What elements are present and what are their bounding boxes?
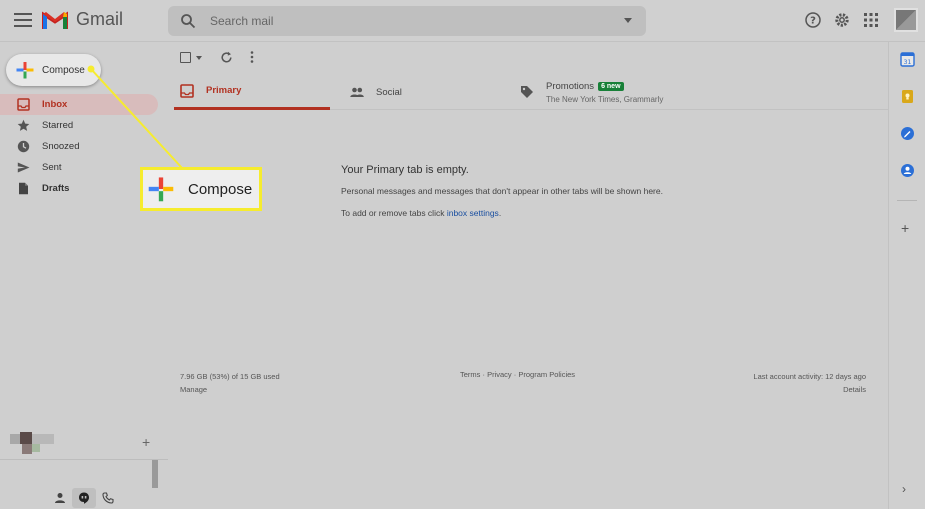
compose-plus-icon <box>148 177 174 202</box>
sidebar-item-sent[interactable]: Sent <box>0 157 158 178</box>
refresh-icon[interactable] <box>220 51 233 64</box>
sidebar-nav: Inbox Starred Snoozed Sent Drafts <box>0 94 158 199</box>
tab-primary[interactable]: Primary <box>174 74 330 110</box>
svg-text:?: ? <box>810 16 816 27</box>
sidebar-divider <box>0 459 168 460</box>
empty-description: Personal messages and messages that don'… <box>341 186 663 196</box>
sidebar-item-drafts[interactable]: Drafts <box>0 178 158 199</box>
more-options-icon[interactable] <box>248 50 256 64</box>
star-icon <box>17 119 30 132</box>
contacts-person-icon[interactable] <box>48 488 72 508</box>
people-icon <box>350 87 364 97</box>
search-options-icon[interactable] <box>624 18 632 23</box>
get-addons-plus-icon[interactable]: + <box>901 220 909 236</box>
search-bar[interactable] <box>168 6 646 36</box>
last-activity-text: Last account activity: 12 days ago <box>753 372 866 381</box>
top-bar: Gmail ? <box>0 0 925 42</box>
tag-icon <box>521 86 533 98</box>
terms-link[interactable]: Terms <box>460 370 480 379</box>
clock-icon <box>17 140 30 153</box>
sidebar-item-label: Snoozed <box>42 141 80 152</box>
gmail-m-icon <box>42 11 68 29</box>
compose-plus-icon <box>16 62 34 79</box>
draft-icon <box>17 182 30 195</box>
program-policies-link[interactable]: Program Policies <box>518 370 575 379</box>
tab-promotions[interactable]: Promotions 6 new The New York Times, Gra… <box>514 74 734 110</box>
hint-suffix: . <box>498 208 502 218</box>
keep-notes-icon[interactable] <box>900 89 915 104</box>
sidebar-scrollbar[interactable] <box>152 460 158 488</box>
add-contact-icon[interactable]: + <box>142 434 150 450</box>
hangouts-bar <box>48 488 128 508</box>
promotions-senders: The New York Times, Grammarly <box>546 94 664 104</box>
main-content: Primary Social Promotions 6 new The New … <box>168 42 888 509</box>
empty-settings-hint: To add or remove tabs click inbox settin… <box>341 208 801 218</box>
mail-toolbar <box>168 42 888 74</box>
select-all-checkbox[interactable] <box>180 52 191 63</box>
inbox-settings-link[interactable]: inbox settings <box>447 208 499 218</box>
search-icon[interactable] <box>180 13 196 29</box>
apps-grid-icon[interactable] <box>862 11 880 29</box>
contacts-icon[interactable] <box>900 163 915 178</box>
main-menu-icon[interactable] <box>14 13 32 27</box>
compose-callout: Compose <box>140 167 262 211</box>
promotions-text: Promotions 6 new The New York Times, Gra… <box>546 81 663 104</box>
side-panel: 31 + › <box>888 42 925 509</box>
sidebar-item-label: Inbox <box>42 99 68 110</box>
inbox-icon <box>180 83 194 98</box>
search-input[interactable] <box>210 14 610 28</box>
account-activity: Last account activity: 12 days ago Detai… <box>753 370 866 396</box>
svg-text:31: 31 <box>904 59 912 66</box>
empty-title: Your Primary tab is empty. <box>341 164 469 176</box>
callout-label: Compose <box>188 180 253 198</box>
account-avatar[interactable] <box>894 8 918 32</box>
side-panel-divider <box>897 200 917 201</box>
hint-prefix: To add or remove tabs click <box>341 208 447 218</box>
show-side-panel-chevron-icon[interactable]: › <box>902 482 906 496</box>
tab-label: Primary <box>206 85 242 96</box>
footer-links: Terms · Privacy · Program Policies <box>460 370 575 379</box>
privacy-link[interactable]: Privacy <box>487 370 512 379</box>
sidebar-item-label: Drafts <box>42 183 70 194</box>
sidebar-item-inbox[interactable]: Inbox <box>0 94 158 115</box>
phone-icon[interactable] <box>96 488 120 508</box>
sidebar-item-label: Sent <box>42 162 62 173</box>
tab-social[interactable]: Social <box>344 74 504 110</box>
tab-label: Social <box>376 86 402 98</box>
hangouts-chat-icon[interactable] <box>72 488 96 508</box>
left-sidebar: Compose Inbox Starred Snoozed Sent Draft… <box>0 42 168 509</box>
compose-button[interactable]: Compose <box>6 54 101 86</box>
select-options-chevron-down-icon[interactable] <box>196 56 202 60</box>
sidebar-item-snoozed[interactable]: Snoozed <box>0 136 158 157</box>
storage-info: 7.96 GB (53%) of 15 GB used Manage <box>180 370 280 396</box>
gmail-logo[interactable]: Gmail <box>42 9 123 30</box>
settings-gear-icon[interactable] <box>833 11 851 29</box>
sidebar-item-label: Starred <box>42 120 74 131</box>
compose-label: Compose <box>42 64 85 76</box>
app-name: Gmail <box>76 9 124 29</box>
help-icon[interactable]: ? <box>804 11 822 29</box>
activity-details-link[interactable]: Details <box>753 383 866 396</box>
storage-usage: 7.96 GB (53%) of 15 GB used <box>180 372 280 381</box>
tab-label: Promotions <box>546 80 595 92</box>
inbox-icon <box>17 98 30 111</box>
manage-storage-link[interactable]: Manage <box>180 383 280 396</box>
tasks-icon[interactable] <box>900 126 915 141</box>
send-icon <box>17 161 30 174</box>
sidebar-item-starred[interactable]: Starred <box>0 115 158 136</box>
calendar-icon[interactable]: 31 <box>900 52 915 67</box>
category-tabs: Primary Social Promotions 6 new The New … <box>174 74 888 110</box>
empty-state: Your Primary tab is empty. Personal mess… <box>341 164 801 218</box>
new-count-badge: 6 new <box>598 81 624 91</box>
hangouts-user-avatar[interactable] <box>10 432 56 456</box>
